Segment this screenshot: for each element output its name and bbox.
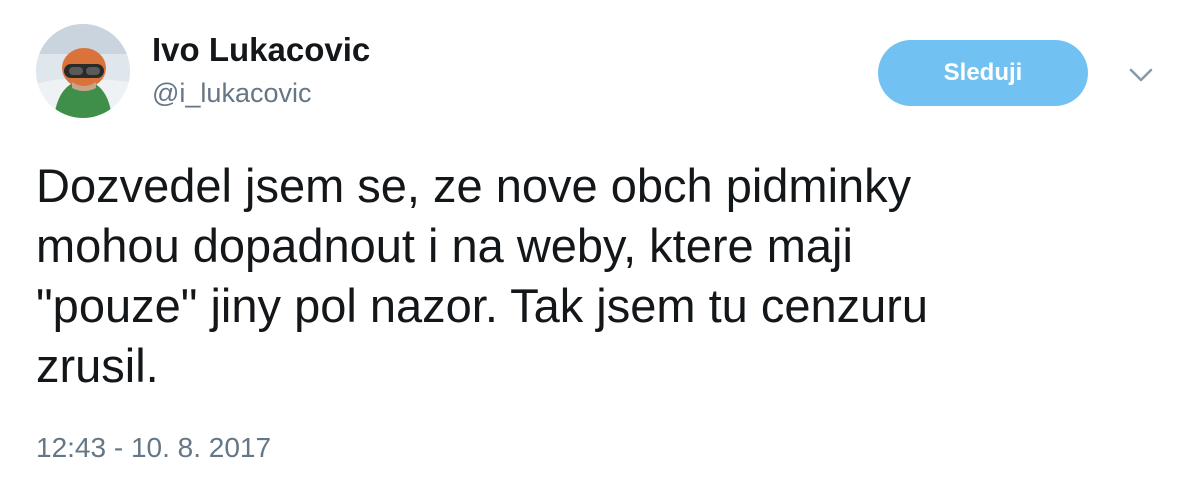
tweet-text-line: "pouze" jiny pol nazor. Tak jsem tu cenz… [36,279,929,332]
tweet-text-line: zrusil. [36,339,159,392]
follow-button[interactable]: Sleduji [878,40,1088,106]
tweet-text-line: mohou dopadnout i na weby, ktere maji [36,219,853,272]
more-options-button[interactable] [1124,60,1158,90]
avatar-photo-icon [36,24,130,118]
tweet-card: Ivo Lukacovic @i_lukacovic Sleduji Dozve… [0,0,1202,488]
display-name[interactable]: Ivo Lukacovic [152,30,370,70]
tweet-timestamp[interactable]: 12:43 - 10. 8. 2017 [36,430,271,466]
chevron-down-icon [1129,68,1153,82]
screen-name[interactable]: @i_lukacovic [152,76,311,110]
tweet-text: Dozvedel jsem se, ze nove obch pidminky … [36,156,1166,396]
avatar[interactable] [36,24,130,118]
tweet-text-line: Dozvedel jsem se, ze nove obch pidminky [36,159,912,212]
